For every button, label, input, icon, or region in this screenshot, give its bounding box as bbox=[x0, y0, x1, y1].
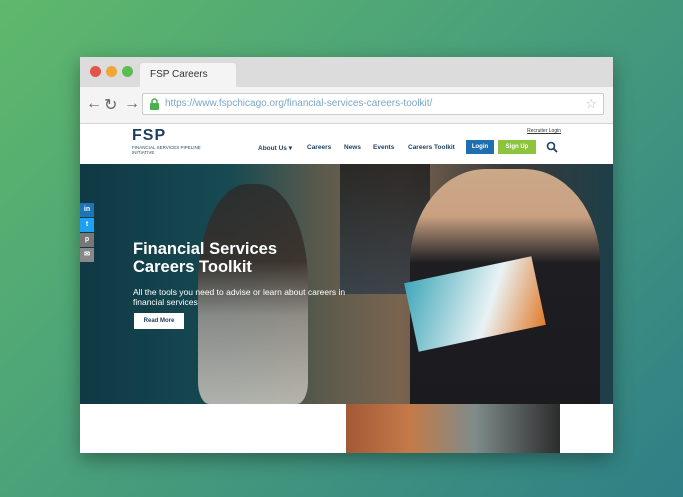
back-arrow-icon[interactable]: ← bbox=[86, 95, 102, 113]
nav-careers[interactable]: Careers bbox=[307, 144, 331, 151]
twitter-icon[interactable]: t bbox=[80, 218, 94, 232]
reload-icon[interactable]: ↻ bbox=[104, 95, 117, 115]
browser-window: FSP Careers Toolkit ← ↻ → https://www.fs… bbox=[80, 57, 613, 453]
content-section bbox=[80, 404, 613, 453]
nav-careers-toolkit[interactable]: Careers Toolkit bbox=[408, 144, 455, 151]
search-icon[interactable] bbox=[546, 141, 558, 153]
fsp-logo[interactable]: FSP FINANCIAL SERVICES PIPELINE INITIATI… bbox=[132, 127, 202, 155]
url-text: https://www.fspchicago.org/financial-ser… bbox=[165, 98, 433, 109]
browser-tab[interactable]: FSP Careers Toolkit bbox=[140, 63, 236, 104]
login-button[interactable]: Login bbox=[466, 140, 494, 154]
nav-events[interactable]: Events bbox=[373, 144, 394, 151]
content-photo bbox=[346, 404, 560, 453]
hero-subtitle: All the tools you need to advise or lear… bbox=[133, 287, 346, 307]
hero-banner: in t p ✉ Financial Services Careers Tool… bbox=[80, 164, 613, 404]
email-icon[interactable]: ✉ bbox=[80, 248, 94, 262]
linkedin-icon[interactable]: in bbox=[80, 203, 94, 217]
social-share-bar: in t p ✉ bbox=[80, 203, 94, 263]
close-window-button[interactable] bbox=[90, 66, 101, 77]
maximize-window-button[interactable] bbox=[122, 66, 133, 77]
hero-title: Financial Services Careers Toolkit bbox=[133, 240, 333, 276]
forward-arrow-icon[interactable]: → bbox=[124, 95, 140, 113]
recruiter-login-link[interactable]: Recruiter Login bbox=[527, 128, 561, 134]
pinterest-icon[interactable]: p bbox=[80, 233, 94, 247]
bookmark-star-icon[interactable]: ☆ bbox=[585, 96, 597, 112]
lock-icon bbox=[150, 98, 159, 110]
minimize-window-button[interactable] bbox=[106, 66, 117, 77]
logo-mark: FSP bbox=[132, 127, 167, 144]
signup-button[interactable]: Sign Up bbox=[498, 140, 536, 154]
nav-news[interactable]: News bbox=[344, 144, 361, 151]
hero-title-line2: Careers Toolkit bbox=[133, 258, 252, 276]
address-bar[interactable]: https://www.fspchicago.org/financial-ser… bbox=[142, 93, 604, 115]
nav-about-us[interactable]: About Us ▾ bbox=[258, 144, 292, 152]
read-more-button[interactable]: Read More bbox=[134, 313, 184, 329]
logo-subtitle: FINANCIAL SERVICES PIPELINE INITIATIVE bbox=[132, 145, 201, 155]
site-header: FSP FINANCIAL SERVICES PIPELINE INITIATI… bbox=[80, 124, 613, 164]
address-row: ← ↻ → https://www.fspchicago.org/financi… bbox=[80, 87, 613, 124]
hero-title-line1: Financial Services bbox=[133, 240, 277, 258]
tab-bar: FSP Careers Toolkit bbox=[80, 57, 613, 104]
